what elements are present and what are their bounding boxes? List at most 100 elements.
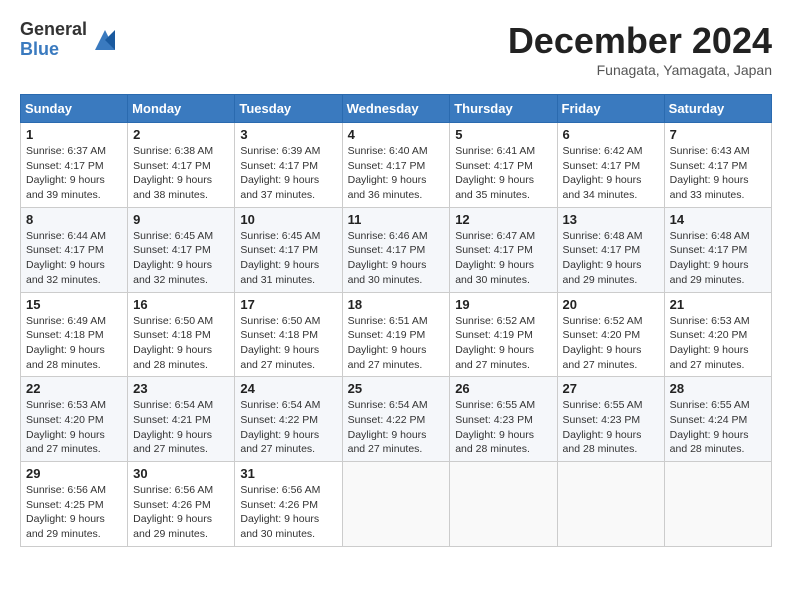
calendar-body: 1 Sunrise: 6:37 AM Sunset: 4:17 PM Daylig…	[21, 123, 772, 547]
day-info: Sunrise: 6:39 AM Sunset: 4:17 PM Dayligh…	[240, 144, 336, 203]
day-info: Sunrise: 6:54 AM Sunset: 4:22 PM Dayligh…	[240, 398, 336, 457]
day-info: Sunrise: 6:45 AM Sunset: 4:17 PM Dayligh…	[133, 229, 229, 288]
day-number: 10	[240, 212, 336, 227]
calendar-cell: 29Sunrise: 6:56 AM Sunset: 4:25 PM Dayli…	[21, 462, 128, 547]
day-number: 3	[240, 127, 336, 142]
day-info: Sunrise: 6:48 AM Sunset: 4:17 PM Dayligh…	[563, 229, 659, 288]
day-number: 28	[670, 381, 766, 396]
day-info: Sunrise: 6:50 AM Sunset: 4:18 PM Dayligh…	[133, 314, 229, 373]
calendar-cell: 4 Sunrise: 6:40 AM Sunset: 4:17 PM Daylig…	[342, 123, 450, 208]
calendar-cell: 17 Sunrise: 6:50 AM Sunset: 4:18 PM Dayli…	[235, 292, 342, 377]
calendar-week-4: 22 Sunrise: 6:53 AM Sunset: 4:20 PM Dayli…	[21, 377, 772, 462]
calendar-cell	[342, 462, 450, 547]
weekday-header-saturday: Saturday	[664, 95, 771, 123]
calendar-cell	[450, 462, 557, 547]
month-title: December 2024	[508, 20, 772, 62]
day-info: Sunrise: 6:56 AM Sunset: 4:25 PM Dayligh…	[26, 483, 122, 542]
calendar-cell: 5Sunrise: 6:41 AM Sunset: 4:17 PM Daylig…	[450, 123, 557, 208]
day-number: 12	[455, 212, 551, 227]
day-number: 13	[563, 212, 659, 227]
day-number: 24	[240, 381, 336, 396]
day-number: 4	[348, 127, 445, 142]
day-number: 31	[240, 466, 336, 481]
calendar-week-5: 29Sunrise: 6:56 AM Sunset: 4:25 PM Dayli…	[21, 462, 772, 547]
weekday-header-monday: Monday	[128, 95, 235, 123]
day-number: 8	[26, 212, 122, 227]
day-number: 16	[133, 297, 229, 312]
day-info: Sunrise: 6:38 AM Sunset: 4:17 PM Dayligh…	[133, 144, 229, 203]
logo-blue-text: Blue	[20, 40, 87, 60]
day-info: Sunrise: 6:56 AM Sunset: 4:26 PM Dayligh…	[240, 483, 336, 542]
calendar-cell: 19Sunrise: 6:52 AM Sunset: 4:19 PM Dayli…	[450, 292, 557, 377]
calendar-cell: 21Sunrise: 6:53 AM Sunset: 4:20 PM Dayli…	[664, 292, 771, 377]
calendar-cell: 24 Sunrise: 6:54 AM Sunset: 4:22 PM Dayli…	[235, 377, 342, 462]
calendar-cell: 31 Sunrise: 6:56 AM Sunset: 4:26 PM Dayli…	[235, 462, 342, 547]
calendar-cell: 27Sunrise: 6:55 AM Sunset: 4:23 PM Dayli…	[557, 377, 664, 462]
calendar-week-2: 8 Sunrise: 6:44 AM Sunset: 4:17 PM Daylig…	[21, 207, 772, 292]
day-number: 22	[26, 381, 122, 396]
day-info: Sunrise: 6:51 AM Sunset: 4:19 PM Dayligh…	[348, 314, 445, 373]
day-info: Sunrise: 6:54 AM Sunset: 4:21 PM Dayligh…	[133, 398, 229, 457]
day-info: Sunrise: 6:44 AM Sunset: 4:17 PM Dayligh…	[26, 229, 122, 288]
day-info: Sunrise: 6:56 AM Sunset: 4:26 PM Dayligh…	[133, 483, 229, 542]
day-number: 15	[26, 297, 122, 312]
day-info: Sunrise: 6:47 AM Sunset: 4:17 PM Dayligh…	[455, 229, 551, 288]
calendar-table: SundayMondayTuesdayWednesdayThursdayFrid…	[20, 94, 772, 547]
page-header: General Blue December 2024 Funagata, Yam…	[20, 20, 772, 78]
day-info: Sunrise: 6:55 AM Sunset: 4:24 PM Dayligh…	[670, 398, 766, 457]
weekday-header-tuesday: Tuesday	[235, 95, 342, 123]
day-info: Sunrise: 6:48 AM Sunset: 4:17 PM Dayligh…	[670, 229, 766, 288]
day-info: Sunrise: 6:41 AM Sunset: 4:17 PM Dayligh…	[455, 144, 551, 203]
calendar-cell: 8 Sunrise: 6:44 AM Sunset: 4:17 PM Daylig…	[21, 207, 128, 292]
calendar-cell: 3 Sunrise: 6:39 AM Sunset: 4:17 PM Daylig…	[235, 123, 342, 208]
calendar-cell: 7 Sunrise: 6:43 AM Sunset: 4:17 PM Daylig…	[664, 123, 771, 208]
location-text: Funagata, Yamagata, Japan	[508, 62, 772, 78]
day-info: Sunrise: 6:40 AM Sunset: 4:17 PM Dayligh…	[348, 144, 445, 203]
calendar-cell: 18 Sunrise: 6:51 AM Sunset: 4:19 PM Dayli…	[342, 292, 450, 377]
logo-icon	[91, 26, 119, 54]
day-number: 17	[240, 297, 336, 312]
day-info: Sunrise: 6:52 AM Sunset: 4:19 PM Dayligh…	[455, 314, 551, 373]
calendar-cell: 28 Sunrise: 6:55 AM Sunset: 4:24 PM Dayli…	[664, 377, 771, 462]
calendar-cell: 26 Sunrise: 6:55 AM Sunset: 4:23 PM Dayli…	[450, 377, 557, 462]
day-number: 26	[455, 381, 551, 396]
calendar-cell: 11Sunrise: 6:46 AM Sunset: 4:17 PM Dayli…	[342, 207, 450, 292]
day-number: 6	[563, 127, 659, 142]
calendar-cell: 6Sunrise: 6:42 AM Sunset: 4:17 PM Daylig…	[557, 123, 664, 208]
day-number: 7	[670, 127, 766, 142]
day-number: 30	[133, 466, 229, 481]
day-number: 11	[348, 212, 445, 227]
weekday-header-thursday: Thursday	[450, 95, 557, 123]
calendar-cell: 14Sunrise: 6:48 AM Sunset: 4:17 PM Dayli…	[664, 207, 771, 292]
weekday-header-wednesday: Wednesday	[342, 95, 450, 123]
day-number: 27	[563, 381, 659, 396]
logo: General Blue	[20, 20, 119, 60]
day-info: Sunrise: 6:45 AM Sunset: 4:17 PM Dayligh…	[240, 229, 336, 288]
weekday-header-sunday: Sunday	[21, 95, 128, 123]
day-number: 23	[133, 381, 229, 396]
calendar-cell: 2 Sunrise: 6:38 AM Sunset: 4:17 PM Daylig…	[128, 123, 235, 208]
calendar-cell	[664, 462, 771, 547]
day-info: Sunrise: 6:53 AM Sunset: 4:20 PM Dayligh…	[670, 314, 766, 373]
day-info: Sunrise: 6:53 AM Sunset: 4:20 PM Dayligh…	[26, 398, 122, 457]
day-number: 2	[133, 127, 229, 142]
calendar-week-3: 15 Sunrise: 6:49 AM Sunset: 4:18 PM Dayli…	[21, 292, 772, 377]
calendar-cell: 12 Sunrise: 6:47 AM Sunset: 4:17 PM Dayli…	[450, 207, 557, 292]
day-info: Sunrise: 6:43 AM Sunset: 4:17 PM Dayligh…	[670, 144, 766, 203]
day-info: Sunrise: 6:55 AM Sunset: 4:23 PM Dayligh…	[455, 398, 551, 457]
day-number: 18	[348, 297, 445, 312]
day-info: Sunrise: 6:49 AM Sunset: 4:18 PM Dayligh…	[26, 314, 122, 373]
day-number: 1	[26, 127, 122, 142]
day-number: 25	[348, 381, 445, 396]
weekday-header-friday: Friday	[557, 95, 664, 123]
title-block: December 2024 Funagata, Yamagata, Japan	[508, 20, 772, 78]
calendar-cell: 22 Sunrise: 6:53 AM Sunset: 4:20 PM Dayli…	[21, 377, 128, 462]
calendar-cell: 16 Sunrise: 6:50 AM Sunset: 4:18 PM Dayli…	[128, 292, 235, 377]
calendar-cell: 1 Sunrise: 6:37 AM Sunset: 4:17 PM Daylig…	[21, 123, 128, 208]
calendar-cell: 13 Sunrise: 6:48 AM Sunset: 4:17 PM Dayli…	[557, 207, 664, 292]
logo-general-text: General	[20, 20, 87, 40]
day-info: Sunrise: 6:37 AM Sunset: 4:17 PM Dayligh…	[26, 144, 122, 203]
calendar-cell: 10 Sunrise: 6:45 AM Sunset: 4:17 PM Dayli…	[235, 207, 342, 292]
day-info: Sunrise: 6:50 AM Sunset: 4:18 PM Dayligh…	[240, 314, 336, 373]
day-number: 20	[563, 297, 659, 312]
